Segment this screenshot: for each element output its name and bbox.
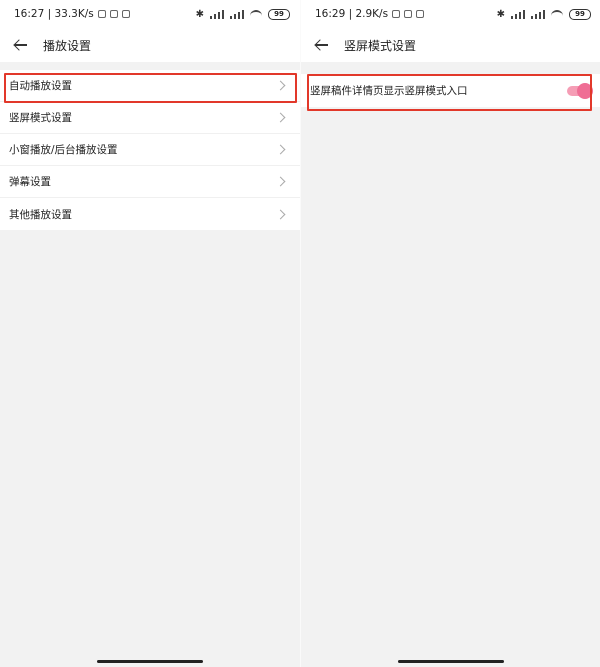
wifi-icon — [551, 9, 563, 19]
row-danmaku[interactable]: 弹幕设置 — [0, 166, 300, 198]
app-bar: 竖屏模式设置 — [301, 28, 600, 62]
page-title: 竖屏模式设置 — [344, 38, 417, 53]
page-title: 播放设置 — [43, 38, 92, 53]
status-bar: 16:29 | 2.9K/s ✱ 99 — [301, 0, 600, 28]
notification-icon — [97, 10, 106, 18]
screen-portrait-mode-settings: 16:29 | 2.9K/s ✱ 99 竖屏模式设置 竖屏稿件详情页显示竖屏模式… — [300, 0, 600, 667]
settings-list: 自动播放设置 竖屏模式设置 小窗播放/后台播放设置 弹幕设置 其他播放设置 — [0, 70, 300, 230]
row-label: 竖屏稿件详情页显示竖屏模式入口 — [310, 85, 468, 97]
toggle-knob — [577, 82, 593, 99]
app-bar: 播放设置 — [0, 28, 300, 62]
row-label: 弹幕设置 — [9, 176, 51, 188]
bluetooth-icon: ✱ — [496, 8, 505, 20]
chevron-right-icon — [275, 144, 286, 155]
status-bar: 16:27 | 33.3K/s ✱ 99 — [0, 0, 300, 28]
notification-icon — [392, 10, 401, 18]
battery-icon: 99 — [569, 8, 591, 20]
chevron-right-icon — [275, 176, 286, 187]
row-label: 自动播放设置 — [9, 80, 72, 92]
signal-icon — [210, 9, 224, 19]
signal-icon — [531, 9, 545, 19]
row-mini-window[interactable]: 小窗播放/后台播放设置 — [0, 134, 300, 166]
back-arrow-icon[interactable] — [315, 38, 329, 52]
notification-icon — [109, 10, 118, 18]
canvas: 16:27 | 33.3K/s ✱ 99 播放设置 自动播放设置 竖屏模式设置 … — [0, 0, 600, 667]
notification-icon — [416, 10, 425, 18]
bluetooth-icon: ✱ — [195, 8, 204, 20]
wifi-icon — [250, 9, 262, 19]
row-other-play[interactable]: 其他播放设置 — [0, 198, 300, 230]
signal-icon — [230, 9, 244, 19]
battery-icon: 99 — [268, 8, 290, 20]
chevron-right-icon — [275, 80, 286, 91]
portrait-entry-setting-row: 竖屏稿件详情页显示竖屏模式入口 — [301, 74, 600, 107]
notification-icon — [121, 10, 130, 18]
row-portrait-mode[interactable]: 竖屏模式设置 — [0, 102, 300, 134]
status-time-speed: 16:27 | 33.3K/s — [14, 8, 94, 20]
home-indicator[interactable] — [97, 660, 203, 663]
chevron-right-icon — [275, 209, 286, 219]
row-label: 其他播放设置 — [9, 208, 72, 221]
portrait-entry-toggle[interactable] — [567, 82, 593, 99]
notification-icon — [404, 10, 413, 18]
back-arrow-icon[interactable] — [14, 38, 28, 52]
chevron-right-icon — [275, 112, 286, 123]
home-indicator[interactable] — [397, 660, 504, 663]
row-label: 小窗播放/后台播放设置 — [9, 144, 118, 156]
screen-playback-settings: 16:27 | 33.3K/s ✱ 99 播放设置 自动播放设置 竖屏模式设置 … — [0, 0, 300, 667]
status-time-speed: 16:29 | 2.9K/s — [315, 8, 389, 20]
signal-icon — [511, 9, 525, 19]
row-auto-play[interactable]: 自动播放设置 — [0, 70, 300, 102]
row-label: 竖屏模式设置 — [9, 112, 72, 124]
